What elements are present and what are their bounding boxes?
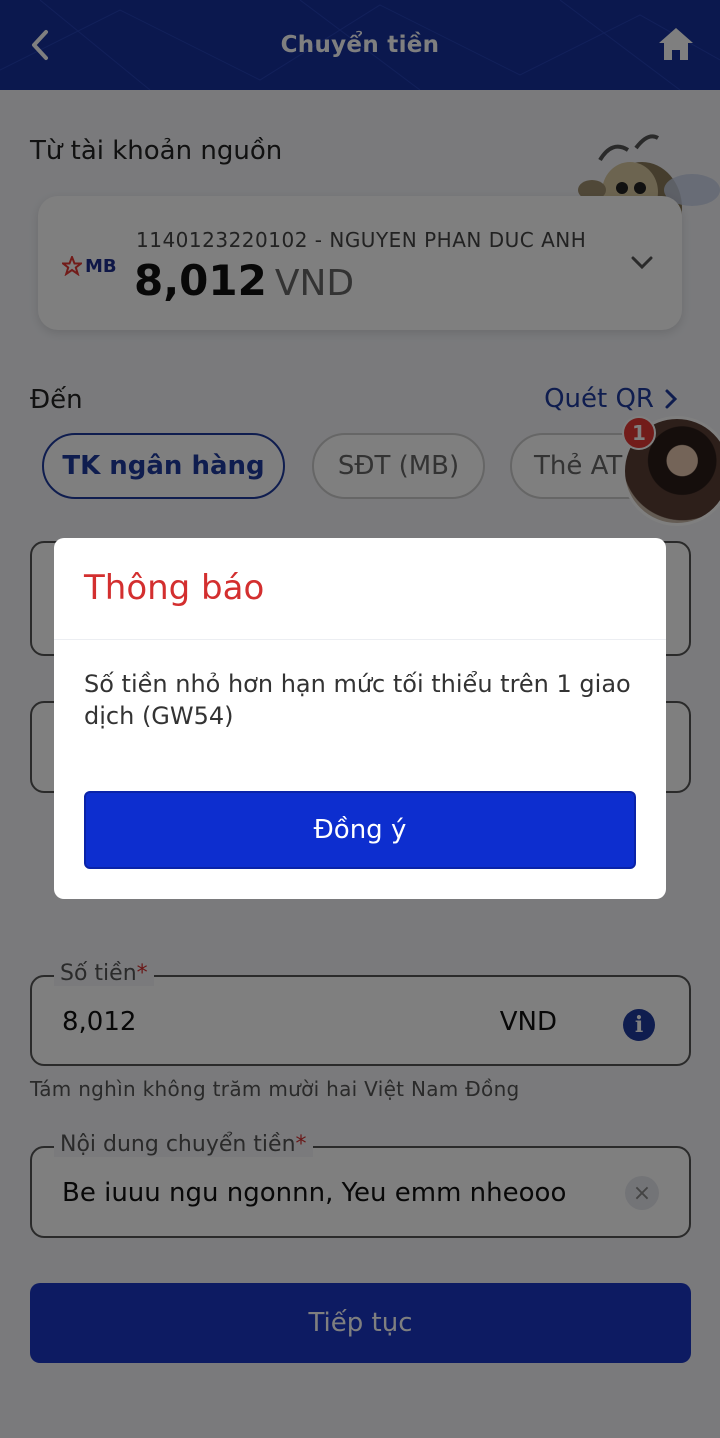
dialog-title: Thông báo xyxy=(84,568,265,608)
alert-dialog: Thông báo Số tiền nhỏ hơn hạn mức tối th… xyxy=(54,538,666,899)
dialog-divider xyxy=(54,639,666,640)
dialog-message: Số tiền nhỏ hơn hạn mức tối thiểu trên 1… xyxy=(84,670,631,730)
agree-button[interactable]: Đồng ý xyxy=(84,791,636,869)
